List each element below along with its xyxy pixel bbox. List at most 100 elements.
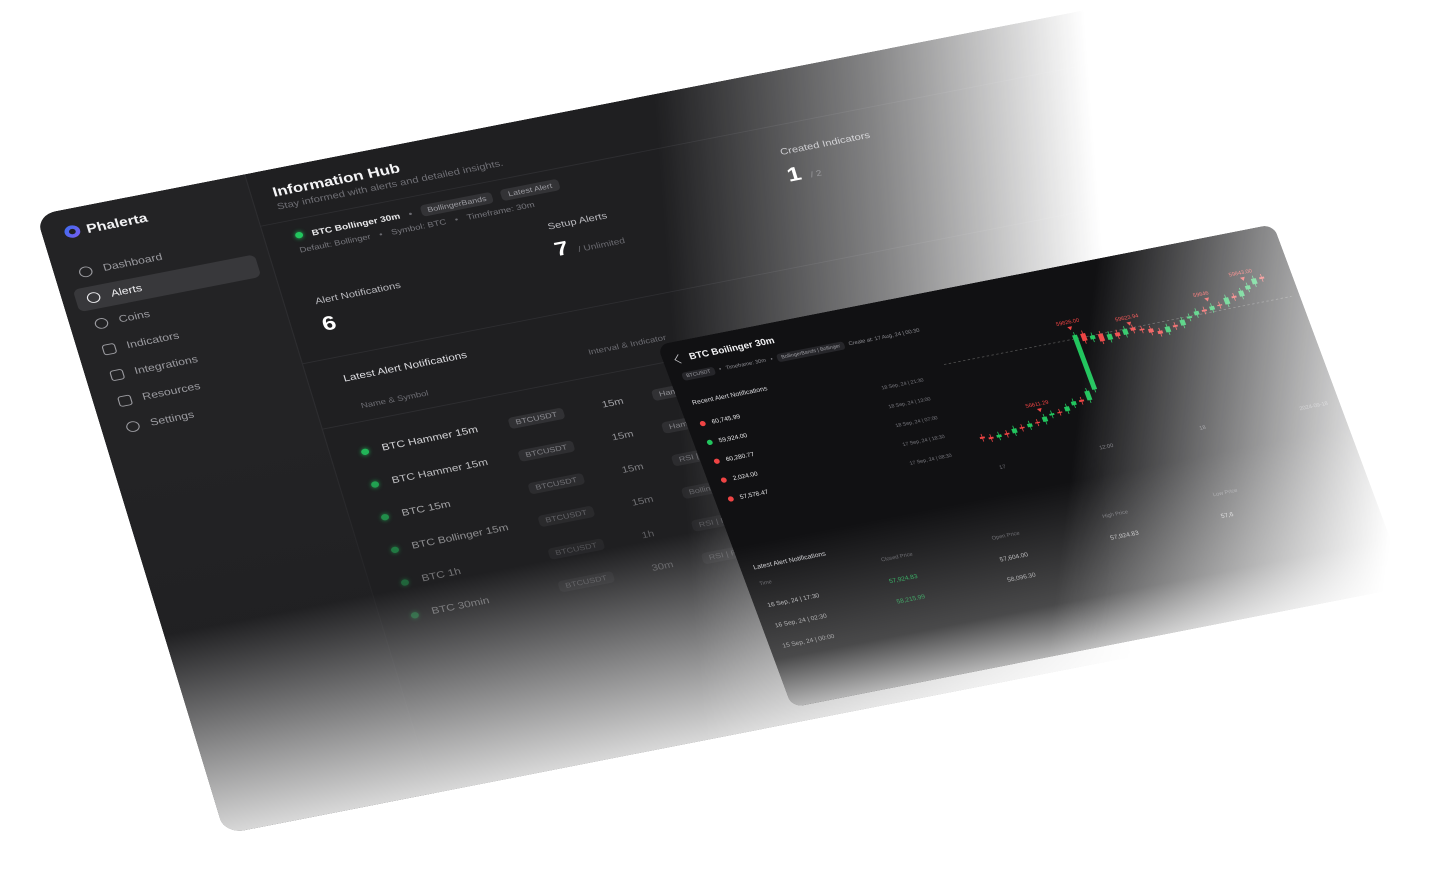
cell-open: 57,604.00 (998, 550, 1030, 564)
header-divider (259, 31, 1257, 227)
sidebar-item-label: Dashboard (101, 251, 164, 274)
candle (979, 436, 986, 440)
separator: • (377, 229, 384, 239)
candle (1089, 335, 1096, 340)
back-arrow-icon[interactable] (674, 353, 685, 364)
candle (1072, 334, 1098, 390)
column-header-closed: Closed Price (880, 551, 914, 563)
stat-value-wrap: 7/ Unlimited (552, 226, 628, 262)
status-dot (400, 578, 410, 586)
symbol-chip: BTCUSDT (517, 439, 576, 462)
sidebar-item-label: Coins (117, 308, 152, 326)
candle (1106, 333, 1114, 341)
candle (1172, 324, 1179, 328)
candle (1080, 332, 1088, 342)
column-header-interval: Interval & Indicator (586, 332, 668, 357)
column-header-time: Time (758, 579, 773, 587)
detail-latest-title: Latest Alert Notifications (751, 549, 827, 571)
candle (1164, 326, 1172, 333)
x-tick-label: 12:00 (1099, 443, 1115, 451)
sidebar-item-label: Alerts (109, 282, 144, 300)
symbol-chip: BTCUSDT (537, 505, 596, 527)
candle (1157, 330, 1164, 335)
separator: • (407, 208, 414, 219)
reference-line (943, 295, 1292, 365)
alert-price: 60,745.99 (710, 412, 742, 425)
alert-marker-label: 59843.00 (1228, 268, 1253, 278)
candle (1223, 297, 1231, 305)
x-tick-label: 18 (1199, 425, 1207, 432)
interval: 1h (640, 528, 656, 541)
stat-value: 1 (784, 161, 804, 186)
candle (1063, 406, 1071, 412)
scene: Phalerta Dashboard Alerts Coins Indicato… (0, 0, 1440, 873)
column-header-low: Low Price (1212, 488, 1239, 498)
brand-name: Phalerta (84, 210, 150, 236)
status-dot (380, 513, 390, 521)
alert-marker-label: 59623.94 (1114, 313, 1139, 323)
alert-time: 17 Sep, 24 | 08:30 (908, 452, 953, 467)
alert-price: 57,578.47 (738, 488, 770, 501)
candle (1258, 276, 1265, 280)
alert-pin-icon (705, 438, 714, 446)
interval: 30m (650, 559, 675, 574)
alert-arrow-icon (1204, 297, 1209, 302)
symbol-chip: BTCUSDT (680, 366, 717, 381)
column-header-high: High Price (1101, 509, 1130, 520)
candle (1078, 399, 1085, 403)
sidebar-item-label: Settings (148, 409, 196, 429)
logo-icon (62, 224, 82, 240)
alert-time: 18 Sep, 24 | 13:00 (887, 396, 932, 410)
resources-icon (116, 394, 134, 408)
candle (996, 434, 1003, 438)
symbol-chip: BTCUSDT (527, 472, 586, 495)
status-dot (390, 545, 400, 554)
interval: 15m (610, 428, 635, 443)
interval: 15m (620, 461, 645, 476)
alert-marker-label: 59826.00 (1055, 318, 1080, 328)
candle (1084, 390, 1093, 401)
symbol-chip: BTCUSDT (547, 537, 606, 560)
stat-value: 7 (551, 236, 572, 261)
stat-alert-notifications: Alert Notifications 6 (314, 281, 411, 336)
stat-setup-alerts: Setup Alerts 7/ Unlimited (547, 209, 628, 261)
alert-arrow-icon (1239, 276, 1245, 281)
alert-pin-icon (698, 420, 707, 427)
alert-price: 60,280.77 (724, 450, 756, 463)
alert-arrow-icon (1036, 408, 1042, 413)
integrations-icon (109, 368, 126, 382)
cell-time: 16 Sep, 24 | 02:30 (773, 612, 828, 629)
column-header-open: Open Price (991, 530, 1021, 542)
symbol-chip: BTCUSDT (507, 407, 566, 429)
candle (1209, 305, 1216, 311)
candle (1238, 290, 1245, 297)
candle (1070, 400, 1077, 406)
alert-price: 59,924.00 (717, 431, 749, 444)
alert-time: 18 Sep, 24 | 21:30 (880, 377, 925, 391)
latest-alert-chip: Latest Alert (499, 178, 561, 202)
dashboard-icon (77, 265, 94, 279)
candle (1097, 333, 1106, 342)
status-dot (370, 480, 380, 488)
symbol-chip: BTCUSDT (557, 570, 615, 593)
candle (1049, 412, 1055, 416)
indicator-chip: BollingerBands | Bollinger (776, 341, 846, 363)
x-tick-label: 17 (999, 464, 1007, 471)
candle (1114, 332, 1121, 337)
candle (1011, 428, 1018, 434)
stat-limit: / 2 (809, 168, 823, 180)
interval: 15m (630, 494, 655, 508)
brand-logo[interactable]: Phalerta (62, 210, 150, 240)
latest-alerts-table: BTC Hammer 15mBTCUSDT15mHammerPattern |B… (244, 0, 1240, 619)
interval: 15m (600, 396, 625, 410)
cell-time: 16 Sep, 24 | 17:30 (766, 591, 821, 609)
cell-time: 15 Sep, 24 | 00:00 (781, 632, 836, 650)
cell-open: 58,096.30 (1006, 571, 1037, 584)
stat-created-indicators: Created Indicators 1/ 2 (779, 131, 880, 187)
separator: • (769, 356, 774, 363)
table-row[interactable]: 16 Sep, 24 | 02:30 58,215.99 58,096.30 (772, 508, 1332, 635)
candle (1193, 310, 1200, 316)
cell-closed: 58,215.99 (895, 592, 927, 606)
sidebar-item-label: Indicators (125, 330, 181, 351)
alert-pin-icon (712, 457, 721, 464)
